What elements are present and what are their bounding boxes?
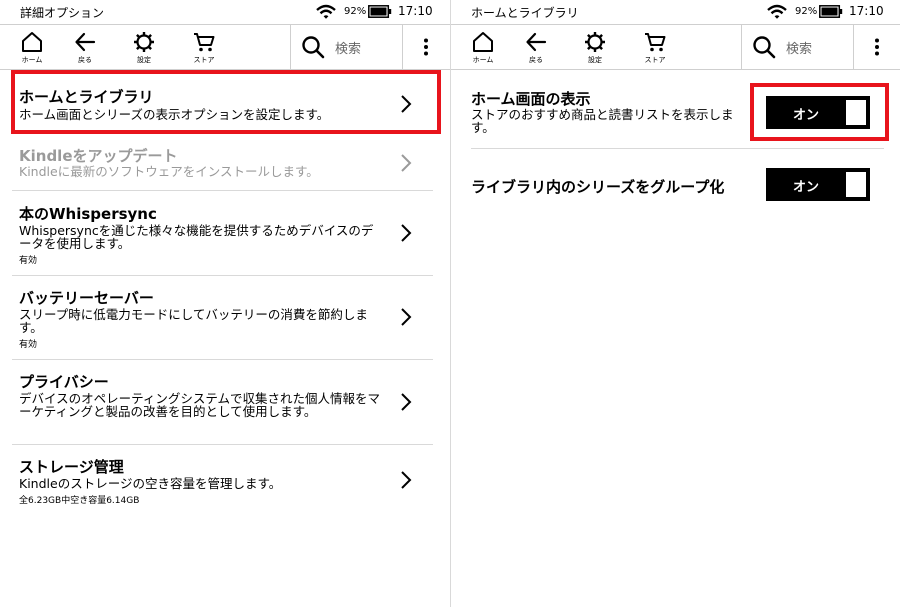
row-title: ストレージ管理 (19, 458, 124, 476)
toolbar: ホーム 戻る 設定 ストア 検索 (0, 24, 450, 70)
left-panel: 詳細オプション 92% 17:10 ホーム 戻る 設定 ストア 検索 ホームとラ… (0, 0, 450, 607)
back-label: 戻る (78, 56, 92, 64)
gear-icon (585, 32, 605, 52)
row-description: スリープ時に低電力モードにしてバッテリーの消費を節約します。 (19, 307, 368, 335)
setting-title: ホーム画面の表示 (471, 90, 591, 108)
cart-icon (194, 33, 215, 52)
setting-group-series: ライブラリ内のシリーズをグループ化 オン (451, 149, 900, 209)
status-bar: 詳細オプション 92% 17:10 (0, 0, 450, 24)
home-button[interactable]: ホーム (8, 25, 56, 70)
search-box[interactable]: 検索 (290, 25, 403, 70)
row-status: 有効 (19, 256, 38, 266)
home-label: ホーム (472, 56, 494, 64)
clock: 17:10 (849, 4, 884, 18)
more-menu-button[interactable] (855, 25, 900, 70)
store-button[interactable]: ストア (631, 25, 679, 70)
highlight-annotation (11, 70, 441, 134)
home-label: ホーム (21, 56, 43, 64)
list-item-battery-saver[interactable]: バッテリーセーバー スリープ時に低電力モードにしてバッテリーの消費を節約します。… (0, 276, 450, 360)
row-description: Whispersyncを通じた様々な機能を提供するためデバイスのデータを使用しま… (19, 223, 374, 251)
settings-button[interactable]: 設定 (571, 25, 619, 70)
search-placeholder: 検索 (786, 42, 813, 57)
settings-label: 設定 (588, 56, 602, 64)
row-title: 本のWhispersync (19, 205, 157, 223)
more-vertical-icon (875, 38, 879, 56)
setting-description: ストアのおすすめ商品と読書リストを表示します。 (471, 107, 734, 135)
chevron-right-icon (401, 224, 412, 242)
list-item-storage[interactable]: ストレージ管理 Kindleのストレージの空き容量を管理します。 全6.23GB… (0, 445, 450, 515)
toggle-knob (846, 172, 866, 197)
status-title: 詳細オプション (20, 6, 105, 20)
back-label: 戻る (529, 56, 543, 64)
store-label: ストア (193, 56, 215, 64)
right-panel: ホームとライブラリ 92% 17:10 ホーム 戻る 設定 ストア 検索 ホーム… (450, 0, 900, 607)
chevron-right-icon (401, 471, 412, 489)
store-label: ストア (644, 56, 666, 64)
row-description: Kindleに最新のソフトウェアをインストールします。 (19, 164, 319, 179)
back-arrow-icon (75, 32, 96, 52)
cart-icon (645, 33, 666, 52)
chevron-right-icon (401, 393, 412, 411)
row-status: 全6.23GB中空き容量6.14GB (19, 496, 140, 506)
group-series-toggle[interactable]: オン (766, 168, 870, 201)
chevron-right-icon (401, 308, 412, 326)
home-button[interactable]: ホーム (459, 25, 507, 70)
toggle-label: オン (792, 180, 819, 195)
wifi-icon (316, 4, 336, 19)
more-vertical-icon (424, 38, 428, 56)
row-status: 有効 (19, 340, 38, 350)
back-button[interactable]: 戻る (61, 25, 109, 70)
chevron-right-icon (401, 154, 412, 172)
row-title: Kindleをアップデート (19, 147, 178, 165)
clock: 17:10 (398, 4, 433, 18)
row-title: バッテリーセーバー (19, 289, 154, 307)
home-icon (473, 32, 493, 52)
status-bar: ホームとライブラリ 92% 17:10 (451, 0, 900, 24)
more-menu-button[interactable] (404, 25, 450, 70)
settings-label: 設定 (137, 56, 151, 64)
status-title: ホームとライブラリ (471, 6, 579, 20)
row-description: デバイスのオペレーティングシステムで収集された個人情報をマーケティングと製品の改… (19, 391, 381, 419)
toolbar: ホーム 戻る 設定 ストア 検索 (451, 24, 900, 70)
search-placeholder: 検索 (335, 42, 362, 57)
list-item-privacy[interactable]: プライバシー デバイスのオペレーティングシステムで収集された個人情報をマーケティ… (0, 360, 450, 445)
highlight-annotation (750, 83, 889, 141)
battery-icon (368, 5, 392, 18)
gear-icon (134, 32, 154, 52)
search-box[interactable]: 検索 (741, 25, 854, 70)
battery-percent: 92% (344, 6, 367, 17)
list-item-kindle-update[interactable]: Kindleをアップデート Kindleに最新のソフトウェアをインストールします… (0, 136, 450, 191)
search-icon (302, 36, 325, 59)
list-item-whispersync[interactable]: 本のWhispersync Whispersyncを通じた様々な機能を提供するた… (0, 191, 450, 276)
store-button[interactable]: ストア (180, 25, 228, 70)
settings-button[interactable]: 設定 (120, 25, 168, 70)
back-button[interactable]: 戻る (512, 25, 560, 70)
row-title: プライバシー (19, 373, 109, 391)
battery-percent: 92% (795, 6, 818, 17)
setting-title: ライブラリ内のシリーズをグループ化 (471, 178, 725, 196)
row-description: Kindleのストレージの空き容量を管理します。 (19, 476, 282, 491)
back-arrow-icon (526, 32, 547, 52)
search-icon (753, 36, 776, 59)
wifi-icon (767, 4, 787, 19)
home-icon (22, 32, 42, 52)
battery-icon (819, 5, 843, 18)
